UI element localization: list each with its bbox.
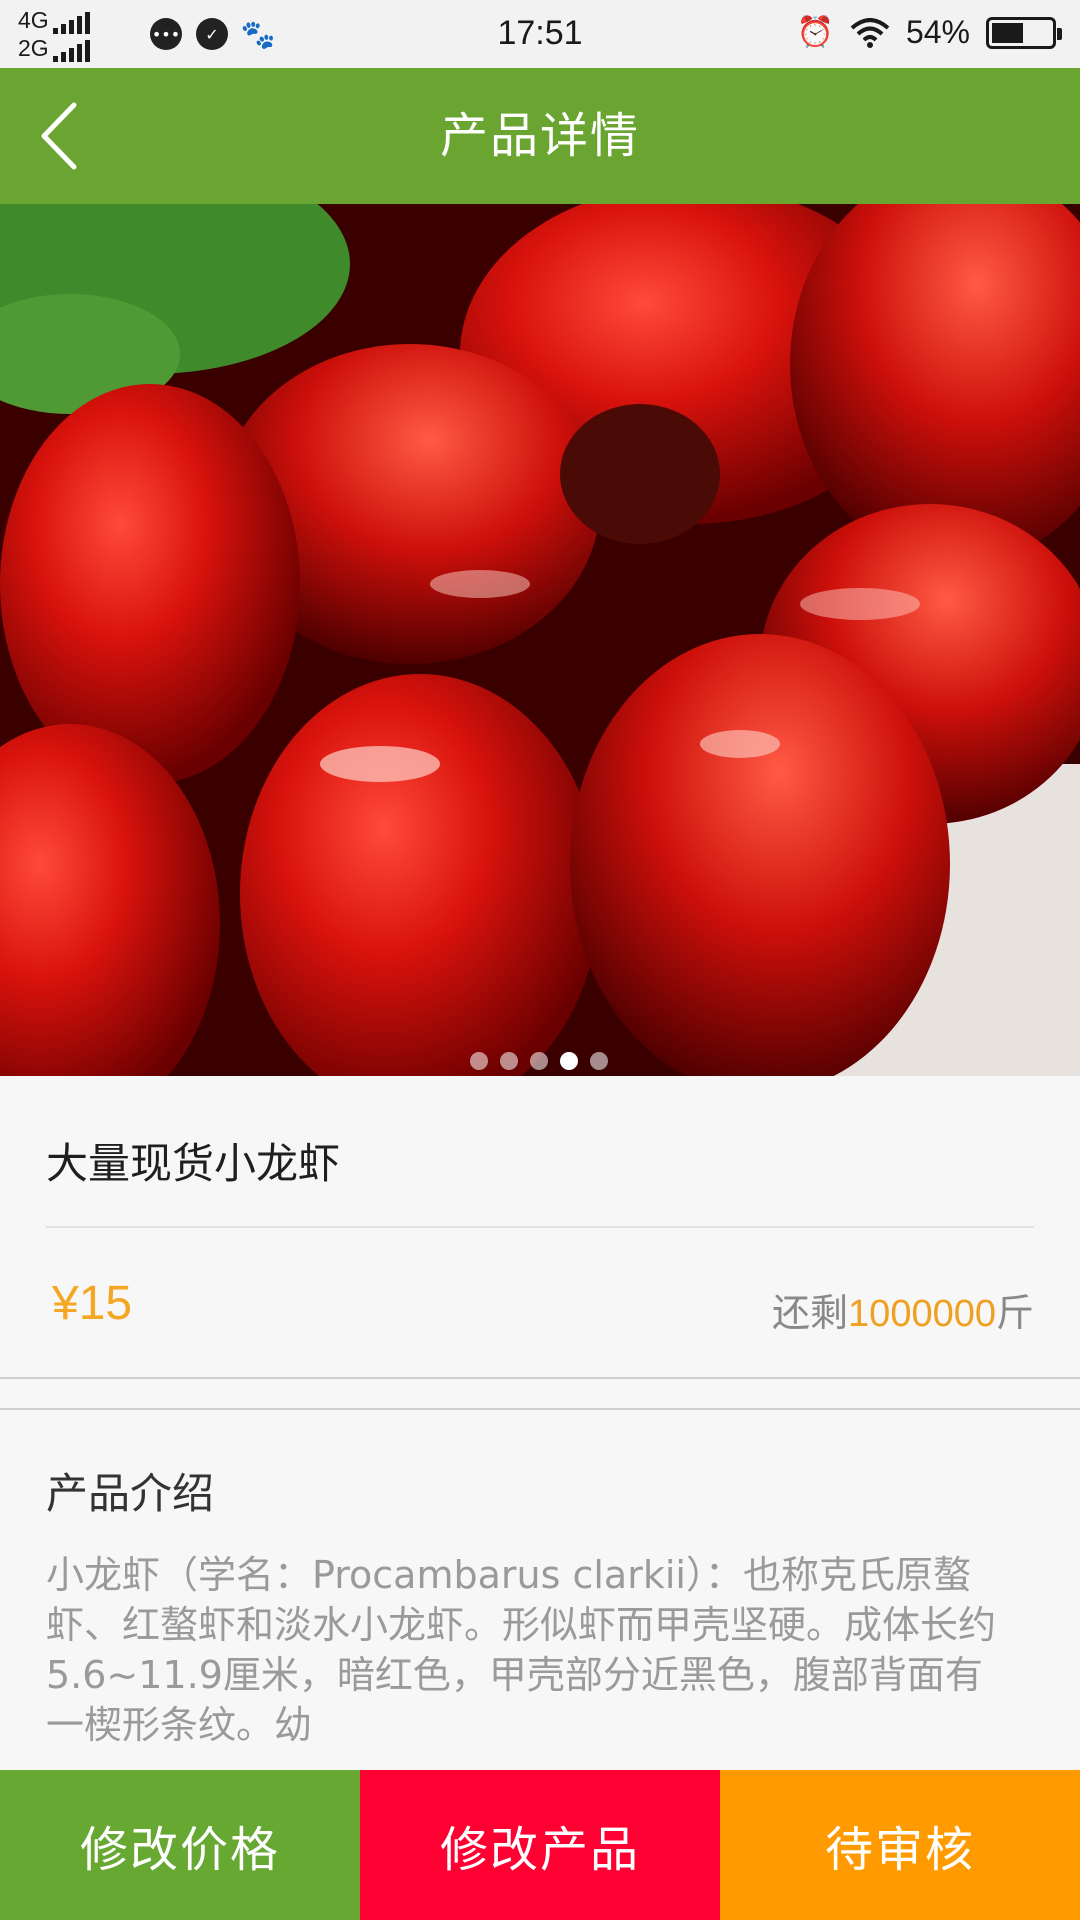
carousel-dot[interactable] [560,1052,578,1070]
carousel-dot[interactable] [500,1052,518,1070]
divider [46,1226,1034,1228]
product-price: ¥15 [52,1277,133,1330]
intro-text: 小龙虾（学名：Procambarus clarkii）：也称克氏原螯虾、红螯虾和… [46,1553,997,1747]
alarm-icon: ⏰ [796,16,834,49]
pending-review-button[interactable]: 待审核 [720,1770,1080,1920]
crayfish-image [0,204,1080,1076]
product-summary: 大量现货小龙虾 ¥15 还剩1000000斤 [0,1076,1080,1379]
stock-prefix: 还剩 [772,1291,849,1335]
battery-percent: 54% [905,14,970,50]
status-bar: 4G 2G ••• ✓ 🐾 17:51 ⏰ 54% [0,0,1080,68]
product-image-carousel[interactable] [0,204,1080,1076]
modify-price-button[interactable]: 修改价格 [0,1770,360,1920]
action-bar: 修改价格 修改产品 待审核 [0,1770,1080,1920]
carousel-dot[interactable] [530,1052,548,1070]
stock-amount: 1000000 [848,1293,996,1335]
stock-unit: 斤 [995,1291,1034,1335]
stock-remaining: 还剩1000000斤 [772,1282,1034,1337]
product-intro: 产品介绍 小龙虾（学名：Procambarus clarkii）：也称克氏原螯虾… [0,1408,1080,1768]
product-name: 大量现货小龙虾 [46,1139,341,1188]
page-title: 产品详情 [439,108,640,164]
wifi-icon [850,17,890,48]
modify-product-button[interactable]: 修改产品 [360,1770,720,1920]
app-header: 产品详情 [0,68,1080,204]
battery-icon [986,16,1062,49]
carousel-dot[interactable] [470,1052,488,1070]
carousel-indicator [470,1052,608,1070]
carousel-dot[interactable] [590,1052,608,1070]
intro-heading: 产品介绍 [46,1469,215,1518]
